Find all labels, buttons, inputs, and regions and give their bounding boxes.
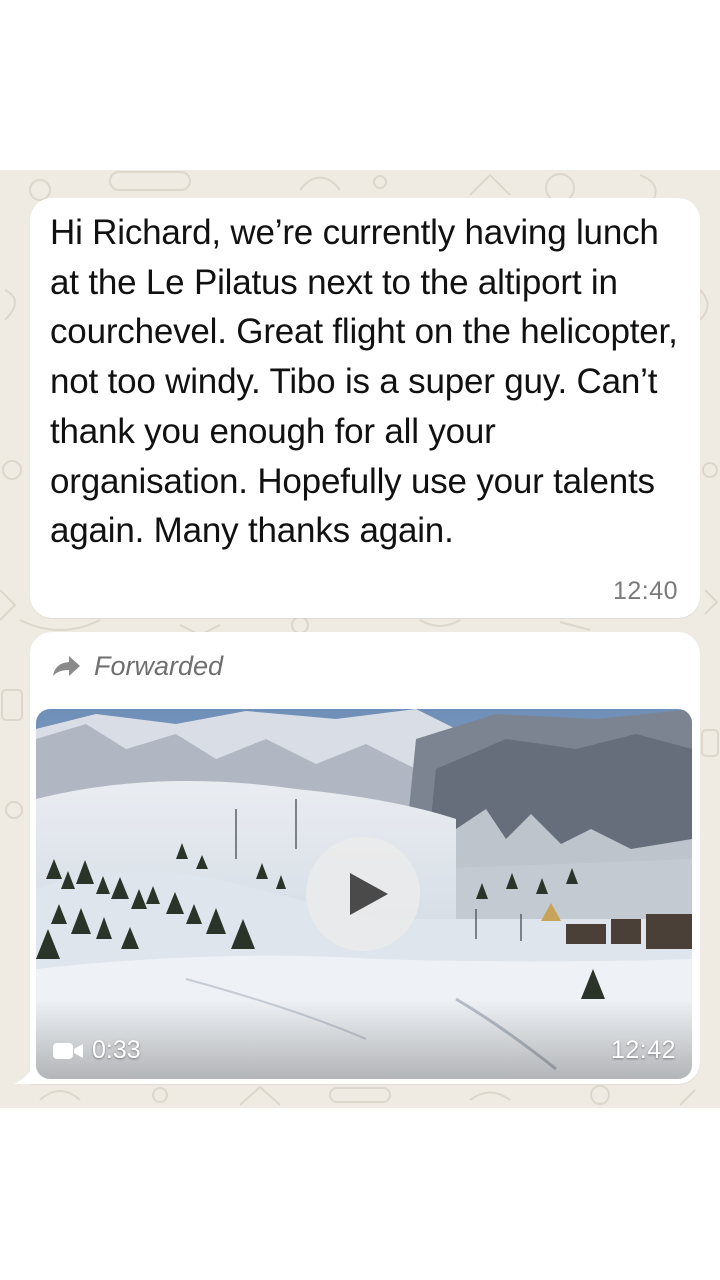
message-text: Hi Richard, we’re currently having lunch… bbox=[50, 213, 678, 551]
video-camera-icon bbox=[53, 1042, 83, 1059]
video-duration: 0:33 bbox=[52, 1036, 141, 1065]
play-icon bbox=[350, 873, 388, 915]
forwarded-indicator: Forwarded bbox=[52, 648, 223, 684]
video-message-bubble[interactable]: Forwarded 0:33 12:42 bbox=[30, 632, 700, 1084]
message-timestamp: 12:42 bbox=[610, 1036, 676, 1064]
video-duration-text: 0:33 bbox=[92, 1036, 141, 1064]
play-button[interactable] bbox=[306, 837, 420, 951]
message-bubble[interactable]: Hi Richard, we’re currently having lunch… bbox=[30, 198, 700, 618]
forward-arrow-icon bbox=[53, 656, 80, 676]
message-timestamp: 12:40 bbox=[612, 577, 678, 605]
forwarded-label: Forwarded bbox=[94, 650, 224, 681]
video-thumbnail[interactable]: 0:33 12:42 bbox=[36, 709, 692, 1079]
chat-area[interactable]: Hi Richard, we’re currently having lunch… bbox=[0, 170, 720, 1108]
